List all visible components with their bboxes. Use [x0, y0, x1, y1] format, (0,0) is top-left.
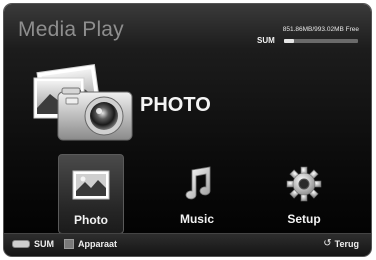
apparaat-label: Apparaat [78, 239, 118, 249]
page-title: Media Play [18, 18, 124, 41]
device-label: SUM [257, 36, 275, 45]
menu-item-photo[interactable]: Photo [58, 154, 124, 234]
camera-photos-icon [33, 64, 133, 141]
device-key-icon [12, 240, 30, 248]
menu-item-label: Photo [74, 213, 108, 227]
storage-bar [284, 39, 358, 43]
return-icon: ↺ [323, 238, 332, 249]
media-play-screen: Media Play 851.86MB/993.02MB Free SUM PH… [4, 4, 371, 256]
return-hint[interactable]: ↺ Terug [323, 238, 359, 250]
hero-label: PHOTO [140, 94, 211, 116]
storage-bar-fill [284, 39, 295, 43]
menu-item-label: Music [179, 212, 214, 226]
bottom-bar: SUM Apparaat ↺ Terug [4, 233, 371, 256]
menu-item-music[interactable]: Music [165, 154, 229, 232]
menu-item-label: Setup [287, 212, 321, 226]
apparaat-key-icon [64, 239, 74, 249]
menu-item-setup[interactable]: Setup [272, 154, 336, 232]
device-key-hint[interactable]: SUM Apparaat [12, 239, 117, 249]
return-label: Terug [334, 239, 359, 249]
gear-icon [286, 166, 322, 202]
device-key-label: SUM [34, 239, 54, 249]
photo-icon [72, 170, 110, 200]
media-menu: Photo Music Setup [4, 154, 371, 234]
storage-free-text: 851.86MB/993.02MB Free [282, 26, 359, 33]
music-note-icon [185, 166, 211, 200]
